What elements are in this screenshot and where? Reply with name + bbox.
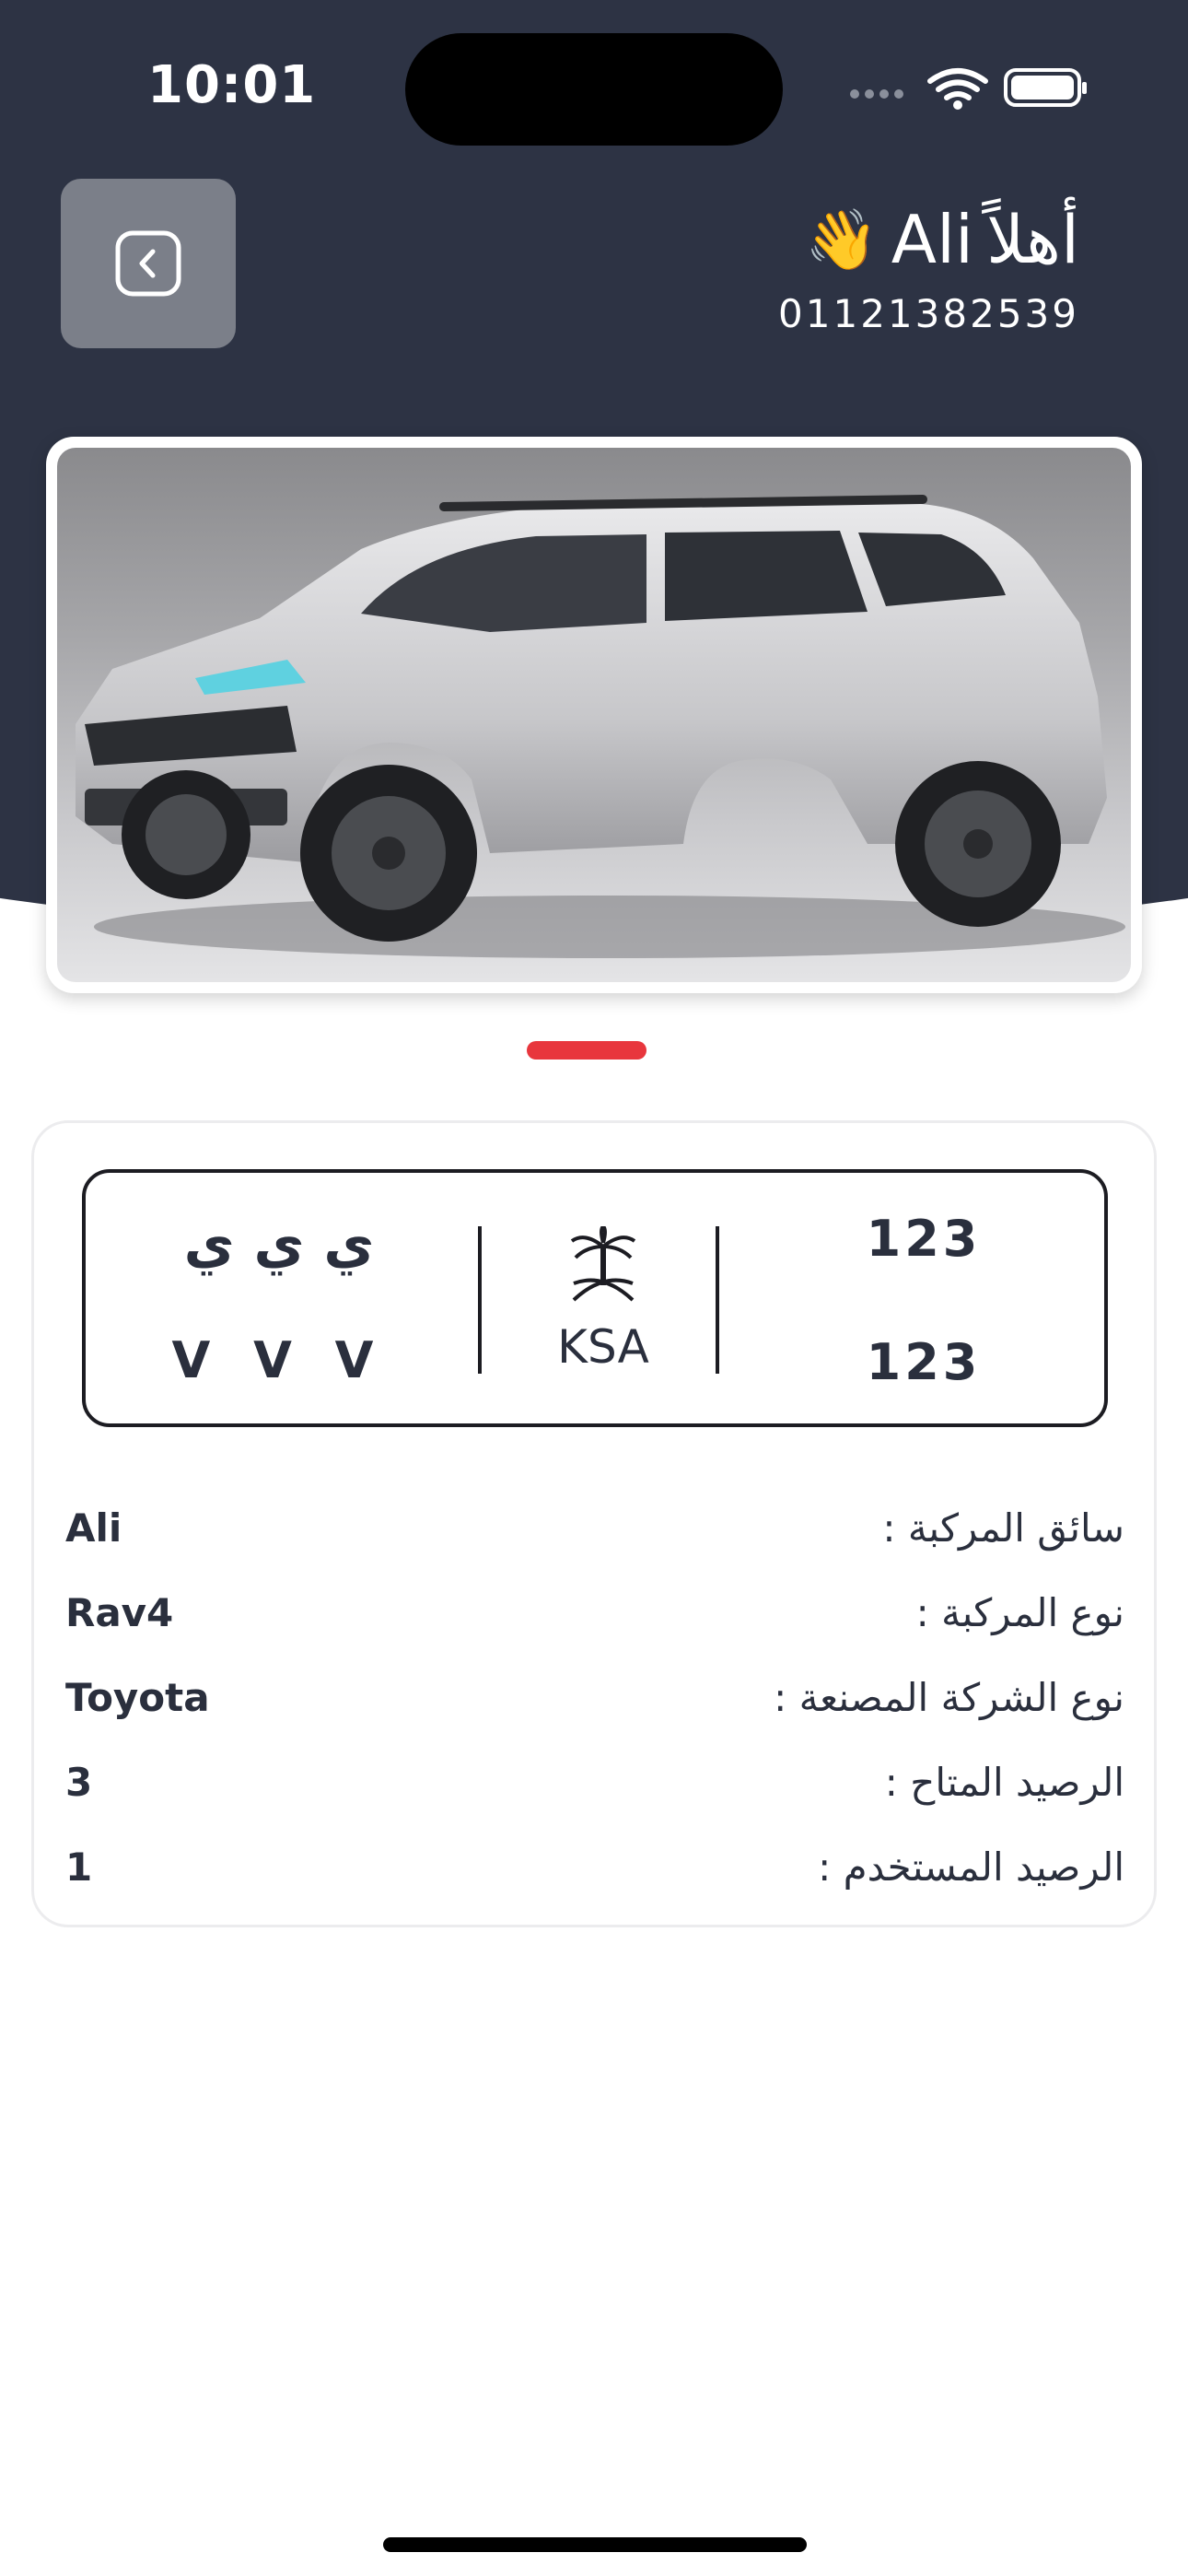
wifi-icon [927,68,988,100]
plate-divider [716,1226,719,1374]
battery-icon [1004,68,1087,107]
car-photo [57,448,1131,982]
car-illustration [76,495,1125,958]
license-plate: ي ي ي V V V KSA 123 123 [82,1169,1108,1427]
plate-letters-arabic: ي ي ي [183,1212,375,1276]
back-button[interactable] [61,179,236,348]
info-row-used-balance: 1 الرصيد المستخدم : [65,1834,1124,1899]
status-time: 10:01 [147,55,317,115]
info-row-available-balance: 3 الرصيد المتاح : [65,1750,1124,1814]
greeting: أهلاً Ali 👋 [805,193,1079,286]
dynamic-island [405,33,783,146]
info-row-manufacturer: Toyota نوع الشركة المصنعة : [65,1665,1124,1729]
signal-icon [850,89,903,99]
wifi-dot [953,100,962,110]
vehicle-details-screen: 10:01 أهلاً Ali 👋 01121382539 ي ي ي V V … [0,0,1188,2576]
info-label: نوع المركبة : [915,1589,1124,1635]
greeting-name: Ali [891,201,974,278]
plate-country: KSA [557,1320,649,1374]
info-label: الرصيد المتاح : [884,1759,1124,1805]
vehicle-details-card: ي ي ي V V V KSA 123 123 Ali سائق المركبة… [31,1120,1157,1927]
greeting-word: أهلاً [986,201,1079,278]
home-indicator[interactable] [383,2537,807,2552]
saudi-emblem-icon [570,1226,636,1302]
car-image-card[interactable] [46,437,1142,993]
info-label: نوع الشركة المصنعة : [774,1674,1124,1720]
info-label: الرصيد المستخدم : [818,1844,1124,1890]
waving-hand-icon: 👋 [805,205,879,275]
plate-number-latin-row: 123 [866,1333,982,1391]
info-value: 1 [65,1844,93,1890]
info-value: Toyota [65,1674,210,1720]
info-value: Rav4 [65,1589,174,1635]
plate-number-arabic-row: 123 [866,1210,982,1268]
carousel-indicator[interactable] [527,1041,646,1060]
info-row-driver: Ali سائق المركبة : [65,1495,1124,1560]
status-icons [850,68,1087,110]
info-value: Ali [65,1505,122,1551]
info-label: سائق المركبة : [882,1505,1124,1551]
info-row-vehicle-type: Rav4 نوع المركبة : [65,1580,1124,1645]
chevron-left-icon [115,230,181,297]
user-phone: 01121382539 [778,291,1079,336]
plate-divider [478,1226,482,1374]
plate-letters-latin: V V V [171,1331,387,1389]
info-value: 3 [65,1759,93,1805]
